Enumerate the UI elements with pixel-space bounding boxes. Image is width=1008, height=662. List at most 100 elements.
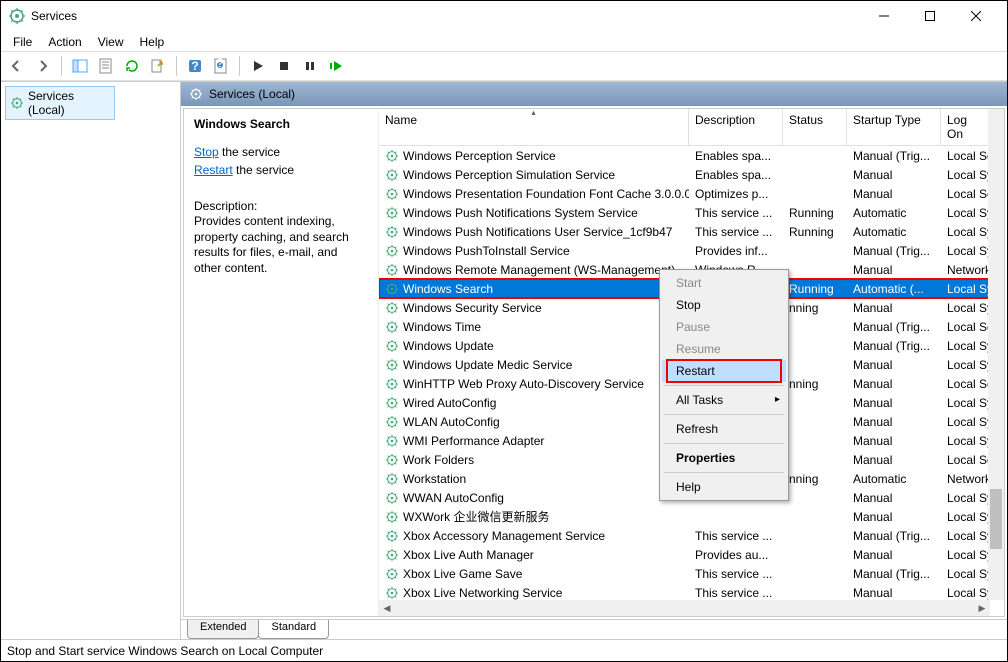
cell-startup: Manual (Trig... xyxy=(847,529,941,543)
restart-link[interactable]: Restart xyxy=(194,163,233,177)
cell-logon: Local Sy xyxy=(941,396,991,410)
horizontal-scrollbar[interactable]: ◀ ▶ xyxy=(379,600,990,616)
close-button[interactable] xyxy=(953,1,999,31)
cell-name: Windows PushToInstall Service xyxy=(379,244,689,258)
gear-icon xyxy=(385,377,399,391)
gear-icon xyxy=(385,301,399,315)
stop-link[interactable]: Stop xyxy=(194,145,219,159)
stop-service-button[interactable] xyxy=(272,54,296,78)
scroll-left-button[interactable]: ◀ xyxy=(379,600,395,616)
back-button[interactable] xyxy=(5,54,29,78)
maximize-button[interactable] xyxy=(907,1,953,31)
cell-name: Xbox Live Game Save xyxy=(379,567,689,581)
gear-icon xyxy=(385,358,399,372)
cell-logon: Local Sy xyxy=(941,491,991,505)
col-description[interactable]: Description xyxy=(689,109,783,145)
forward-button[interactable] xyxy=(31,54,55,78)
service-row[interactable]: Windows PushToInstall ServiceProvides in… xyxy=(379,241,1004,260)
services-app-icon xyxy=(9,8,25,24)
col-name[interactable]: Name▴ xyxy=(379,109,689,145)
menu-separator xyxy=(664,414,784,415)
show-hide-tree-button[interactable] xyxy=(68,54,92,78)
cell-startup: Automatic xyxy=(847,225,941,239)
cell-name: Windows Remote Management (WS-Management… xyxy=(379,263,689,277)
menu-stop[interactable]: Stop xyxy=(662,294,786,316)
tab-standard[interactable]: Standard xyxy=(258,620,329,639)
cell-description: This service ... xyxy=(689,567,783,581)
service-row[interactable]: Xbox Accessory Management ServiceThis se… xyxy=(379,526,1004,545)
service-row[interactable]: Windows Presentation Foundation Font Cac… xyxy=(379,184,1004,203)
menu-file[interactable]: File xyxy=(5,33,40,49)
submenu-arrow-icon: ▸ xyxy=(775,394,780,405)
cell-startup: Manual xyxy=(847,415,941,429)
tab-extended[interactable]: Extended xyxy=(187,620,259,639)
titlebar: Services xyxy=(1,1,1007,31)
detail-pane: Windows Search Stop the service Restart … xyxy=(184,109,379,616)
menu-refresh[interactable]: Refresh xyxy=(662,418,786,440)
menu-help[interactable]: Help xyxy=(132,33,173,49)
menu-help[interactable]: Help xyxy=(662,476,786,498)
col-startup-type[interactable]: Startup Type xyxy=(847,109,941,145)
cell-logon: Local Sy xyxy=(941,244,991,258)
service-row[interactable]: Windows Perception ServiceEnables spa...… xyxy=(379,146,1004,165)
service-row[interactable]: WXWork 企业微信更新服务ManualLocal Sy xyxy=(379,507,1004,526)
pause-service-button[interactable] xyxy=(298,54,322,78)
service-row[interactable]: Xbox Live Game SaveThis service ... Manua… xyxy=(379,564,1004,583)
menu-restart[interactable]: Restart xyxy=(662,360,786,382)
help-button[interactable]: ? xyxy=(183,54,207,78)
gear-icon xyxy=(385,453,399,467)
minimize-button[interactable] xyxy=(861,1,907,31)
status-text: Stop and Start service Windows Search on… xyxy=(7,644,323,658)
cell-logon: Local Sy xyxy=(941,415,991,429)
cell-name: Windows Push Notifications System Servic… xyxy=(379,206,689,220)
cell-name: WinHTTP Web Proxy Auto-Discovery Service xyxy=(379,377,689,391)
svg-text:?: ? xyxy=(191,59,198,73)
cell-description: This service ... xyxy=(689,586,783,600)
cell-status: nning xyxy=(783,377,847,391)
menu-properties[interactable]: Properties xyxy=(662,447,786,469)
scrollbar-thumb[interactable] xyxy=(990,489,1002,549)
gear-icon xyxy=(385,510,399,524)
statusbar: Stop and Start service Windows Search on… xyxy=(1,639,1007,661)
cell-startup: Manual xyxy=(847,586,941,600)
menu-separator xyxy=(664,385,784,386)
menu-view[interactable]: View xyxy=(90,33,132,49)
refresh-button[interactable] xyxy=(120,54,144,78)
service-row[interactable]: Windows Push Notifications User Service_… xyxy=(379,222,1004,241)
menu-all-tasks[interactable]: All Tasks▸ xyxy=(662,389,786,411)
menu-action[interactable]: Action xyxy=(40,33,89,49)
cell-startup: Manual xyxy=(847,396,941,410)
cell-startup: Manual xyxy=(847,510,941,524)
cell-name: Windows Update xyxy=(379,339,689,353)
vertical-scrollbar[interactable] xyxy=(988,109,1004,600)
export-button[interactable] xyxy=(146,54,170,78)
properties-button[interactable] xyxy=(94,54,118,78)
detail-service-name: Windows Search xyxy=(194,117,368,131)
service-row[interactable]: Windows Perception Simulation ServiceEna… xyxy=(379,165,1004,184)
tree-node-services-local[interactable]: Services (Local) xyxy=(5,86,115,120)
scrollbar-track[interactable] xyxy=(395,600,974,616)
menu-separator xyxy=(664,472,784,473)
cell-name: Workstation xyxy=(379,472,689,486)
cell-name: Windows Security Service xyxy=(379,301,689,315)
cell-logon: Local Sy xyxy=(941,548,991,562)
col-logon[interactable]: Log On xyxy=(941,109,991,145)
context-menu: Start Stop Pause Resume Restart All Task… xyxy=(659,269,789,501)
restart-service-button[interactable] xyxy=(324,54,348,78)
toolbar-separator xyxy=(239,56,240,76)
service-row[interactable]: Xbox Live Auth ManagerProvides au...Manu… xyxy=(379,545,1004,564)
cell-name: Windows Search xyxy=(379,282,689,296)
cell-status: Running xyxy=(783,206,847,220)
cell-startup: Manual (Trig... xyxy=(847,320,941,334)
service-row[interactable]: Windows Push Notifications System Servic… xyxy=(379,203,1004,222)
scroll-right-button[interactable]: ▶ xyxy=(974,600,990,616)
gear-icon xyxy=(385,263,399,277)
cell-startup: Manual (Trig... xyxy=(847,567,941,581)
cell-logon: Local Sy xyxy=(941,225,991,239)
start-service-button[interactable] xyxy=(246,54,270,78)
gear-icon xyxy=(385,339,399,353)
menu-resume: Resume xyxy=(662,338,786,360)
help-topic-button[interactable]: ? xyxy=(209,54,233,78)
cell-logon: Local Sy xyxy=(941,434,991,448)
col-status[interactable]: Status xyxy=(783,109,847,145)
